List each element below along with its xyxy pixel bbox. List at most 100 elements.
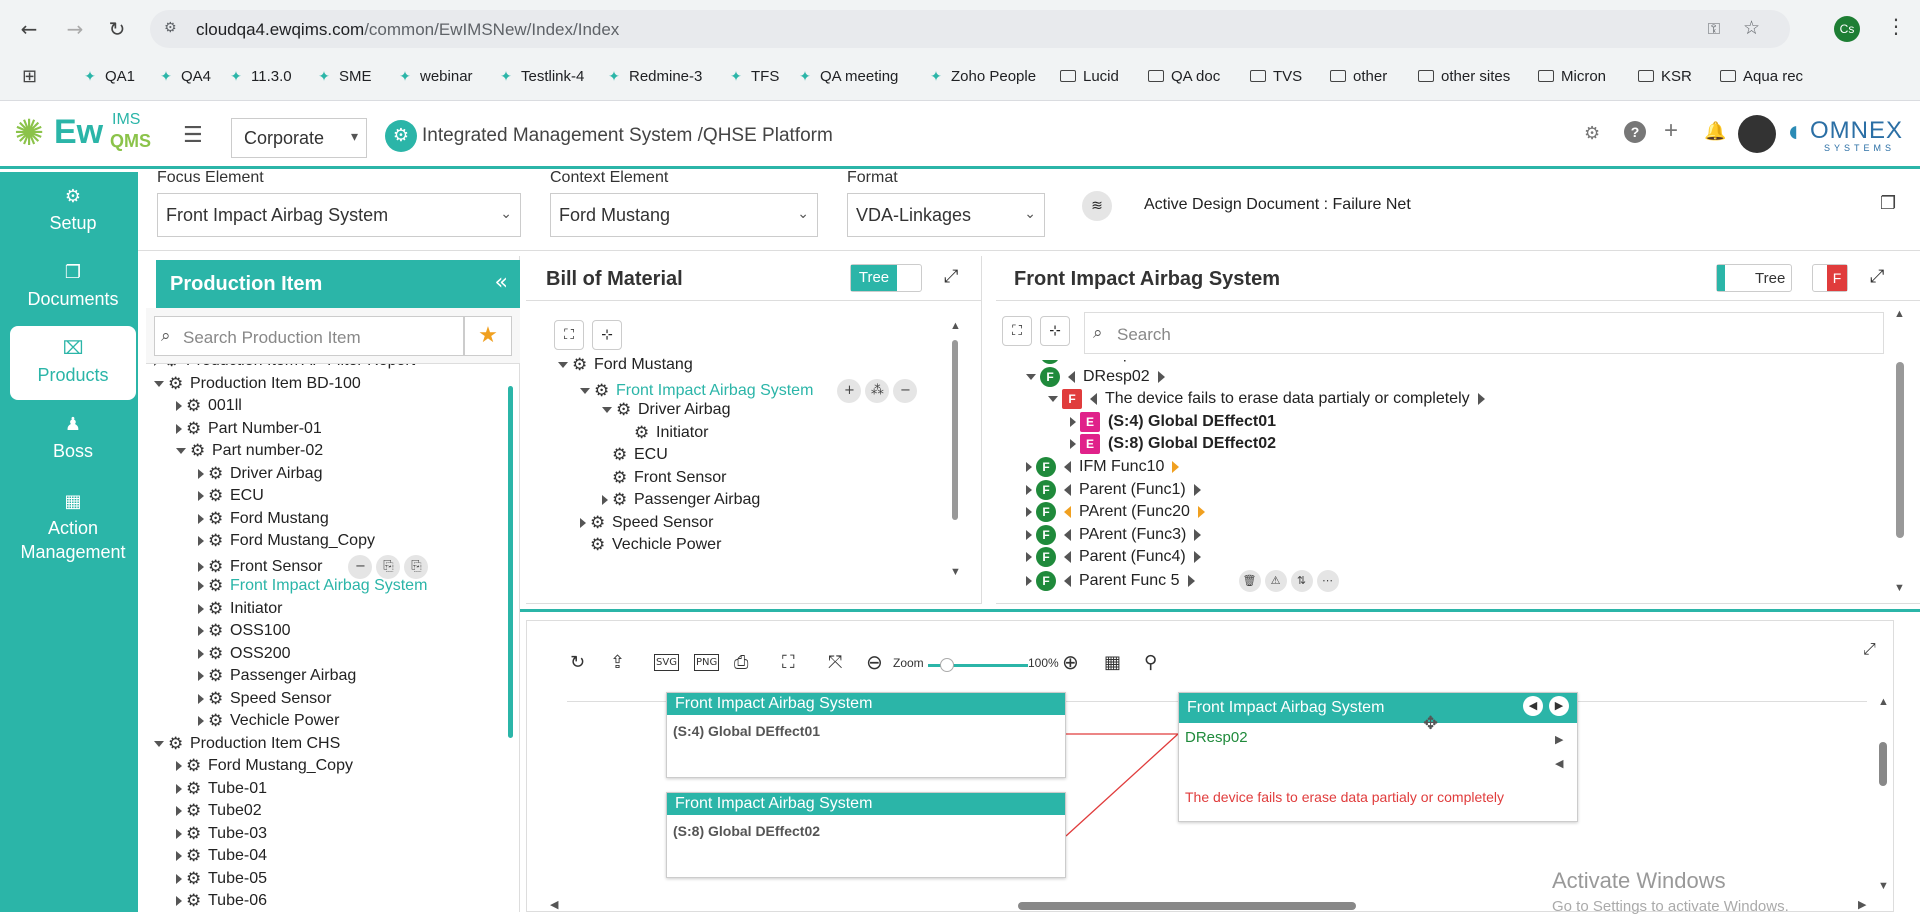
caret-right-icon[interactable] [1070, 439, 1076, 450]
production-tree-node[interactable]: ⚙ Tube-03 [176, 825, 267, 843]
bookmark-item[interactable]: ✦ QA4 [158, 64, 211, 88]
next-link-icon[interactable] [1197, 506, 1205, 519]
export-png-icon[interactable]: PNG [694, 654, 720, 671]
caret-right-icon[interactable] [198, 693, 204, 704]
caret-down-icon[interactable] [176, 448, 186, 454]
profile-avatar[interactable]: Cs [1834, 16, 1860, 42]
bom-tree-node[interactable]: ⚙ Driver Airbag [602, 401, 730, 419]
function-tree-node[interactable]: FDResp01 [1026, 360, 1165, 364]
caret-right-icon[interactable] [198, 491, 204, 501]
caret-right-icon[interactable] [154, 364, 160, 366]
upload-icon[interactable]: ⇪ [610, 652, 625, 673]
tree-scrollbar[interactable] [508, 386, 513, 738]
caret-right-icon[interactable] [176, 851, 182, 861]
bookmark-item[interactable]: Aqua rec [1720, 64, 1803, 88]
function-tree-node[interactable]: F PArent (Func20 [1026, 502, 1205, 523]
function-scroll-up-icon[interactable]: ▲ [1894, 308, 1905, 320]
function-tree-node[interactable]: F IFM Func10 [1026, 457, 1180, 477]
function-f-toggle[interactable]: F [1812, 264, 1848, 292]
caret-right-icon[interactable] [1026, 462, 1032, 472]
production-tree-node[interactable]: ⚙ Passenger Airbag [198, 667, 356, 685]
caret-down-icon[interactable] [154, 380, 164, 387]
star-icon[interactable]: ☆ [1743, 17, 1760, 39]
favorite-star-icon[interactable]: ★ [464, 316, 512, 356]
bookmark-item[interactable]: other sites [1418, 64, 1510, 88]
caret-right-icon[interactable] [176, 806, 182, 816]
caret-right-icon[interactable] [1026, 484, 1032, 495]
production-tree-node[interactable]: ⚙ Initiator [198, 600, 282, 618]
caret-right-icon[interactable] [1026, 529, 1032, 540]
production-tree-node[interactable]: ⚙ OSS100 [198, 622, 290, 640]
production-tree-node[interactable]: ⚙ Tube02 [176, 802, 262, 820]
bookmark-item[interactable]: KSR [1638, 64, 1692, 88]
nav-setup[interactable]: ⚙ Setup [10, 180, 136, 240]
caret-right-icon[interactable] [198, 561, 204, 572]
production-tree-node[interactable]: ⚙ Tube-04 [176, 847, 267, 865]
format-select[interactable]: VDA-Linkages ⌄ [847, 193, 1045, 237]
bookmark-item[interactable]: ✦ Zoho People [928, 64, 1036, 88]
warning-icon[interactable]: ⚠ [1264, 570, 1287, 592]
settings-icon[interactable]: ⚙ [1584, 123, 1600, 144]
caret-right-icon[interactable] [1026, 552, 1032, 563]
reload-icon[interactable]: ↻ [102, 14, 132, 44]
function-scroll-down-icon[interactable]: ▼ [1894, 582, 1905, 594]
diagram-card-main[interactable]: Front Impact Airbag System ◀ ▶ ✥ DResp02… [1178, 692, 1578, 822]
bom-tree-node[interactable]: ⚙ Initiator [624, 424, 708, 442]
bookmark-item[interactable]: ✦ QA meeting [797, 64, 898, 88]
production-tree-node[interactable]: ⚙ Part Number-01 [176, 420, 322, 438]
caret-right-icon[interactable] [602, 495, 608, 505]
function-search-input[interactable]: ⌕ Search [1084, 312, 1884, 354]
card-left-icon[interactable]: ◀ [1555, 757, 1563, 770]
add-icon[interactable]: + [1664, 117, 1678, 145]
bom-scroll-up-icon[interactable]: ▲ [950, 320, 961, 332]
prev-link-icon[interactable] [1068, 370, 1075, 383]
more-icon[interactable]: ⋯ [1316, 570, 1339, 592]
site-info-icon[interactable]: ⚙ [164, 20, 177, 36]
bom-collapse-all-icon[interactable]: ⊹ [592, 320, 622, 350]
caret-right-icon[interactable] [198, 581, 204, 591]
bookmark-item[interactable]: QA doc [1148, 64, 1220, 88]
prev-link-icon[interactable] [1064, 483, 1071, 496]
bom-tree-toggle[interactable]: Tree [850, 264, 922, 292]
bom-tree-node[interactable]: ⚙ Front Impact Airbag System + ⁂ − [580, 378, 918, 403]
function-tree-node[interactable]: E (S:4) Global DEffect01 [1070, 411, 1276, 432]
diagram-scroll-down-icon[interactable]: ▼ [1878, 880, 1889, 892]
sort-icon[interactable]: ⇅ [1290, 570, 1313, 592]
caret-right-icon[interactable] [176, 423, 182, 434]
function-tree-node[interactable]: F Parent Func 5 🗑 ⚠ ⇅ ⋯ [1026, 570, 1339, 592]
caret-down-icon[interactable] [1048, 396, 1058, 403]
bookmark-item[interactable]: TVS [1250, 64, 1302, 88]
caret-right-icon[interactable] [176, 896, 182, 906]
caret-right-icon[interactable] [198, 603, 204, 614]
search-production-item[interactable]: ⌕ Search Production Item [154, 316, 464, 356]
card-next-icon[interactable]: ▶ [1549, 696, 1569, 716]
panel-divider[interactable] [520, 609, 1920, 612]
more-icon[interactable]: ⋮ [1886, 14, 1906, 38]
caret-right-icon[interactable] [1026, 576, 1032, 586]
caret-down-icon[interactable] [580, 387, 590, 394]
function-expand-all-icon[interactable]: ⛶ [1002, 316, 1032, 346]
context-element-select[interactable]: Ford Mustang ⌄ [550, 193, 818, 237]
function-scrollbar[interactable] [1896, 362, 1904, 538]
production-tree-node[interactable]: ⚙ Ford Mustang [198, 510, 329, 528]
diagram-vscrollbar[interactable] [1879, 742, 1887, 786]
next-link-icon[interactable] [1187, 575, 1195, 587]
user-avatar[interactable] [1738, 115, 1776, 153]
caret-down-icon[interactable] [154, 740, 164, 747]
window-icon[interactable]: ❐ [1880, 193, 1896, 214]
function-tree-node[interactable]: F The device fails to erase data partialy… [1048, 389, 1485, 410]
nav-documents[interactable]: ❐ Documents [10, 256, 136, 316]
zoom-slider-handle[interactable] [940, 658, 954, 672]
diagram-scroll-right-icon[interactable]: ▶ [1858, 898, 1866, 911]
production-tree-node[interactable]: ⚙ Front Sensor − ⎘ ⎘ [198, 554, 429, 579]
bookmark-item[interactable]: Lucid [1060, 64, 1119, 88]
next-link-icon[interactable] [1194, 528, 1202, 541]
bom-tree-node[interactable]: ⚙ Front Sensor [602, 469, 726, 487]
bom-scroll-down-icon[interactable]: ▼ [950, 566, 961, 578]
bookmark-item[interactable]: ✦ webinar [397, 64, 472, 88]
function-tree-node[interactable]: F DResp02 [1026, 366, 1165, 387]
copy-node-icon[interactable]: ⎘ [376, 554, 401, 579]
bom-expand-icon[interactable]: ⤢ [944, 266, 958, 287]
zoom-out-icon[interactable]: ⊖ [866, 650, 883, 674]
add-node-icon[interactable]: + [837, 378, 862, 403]
